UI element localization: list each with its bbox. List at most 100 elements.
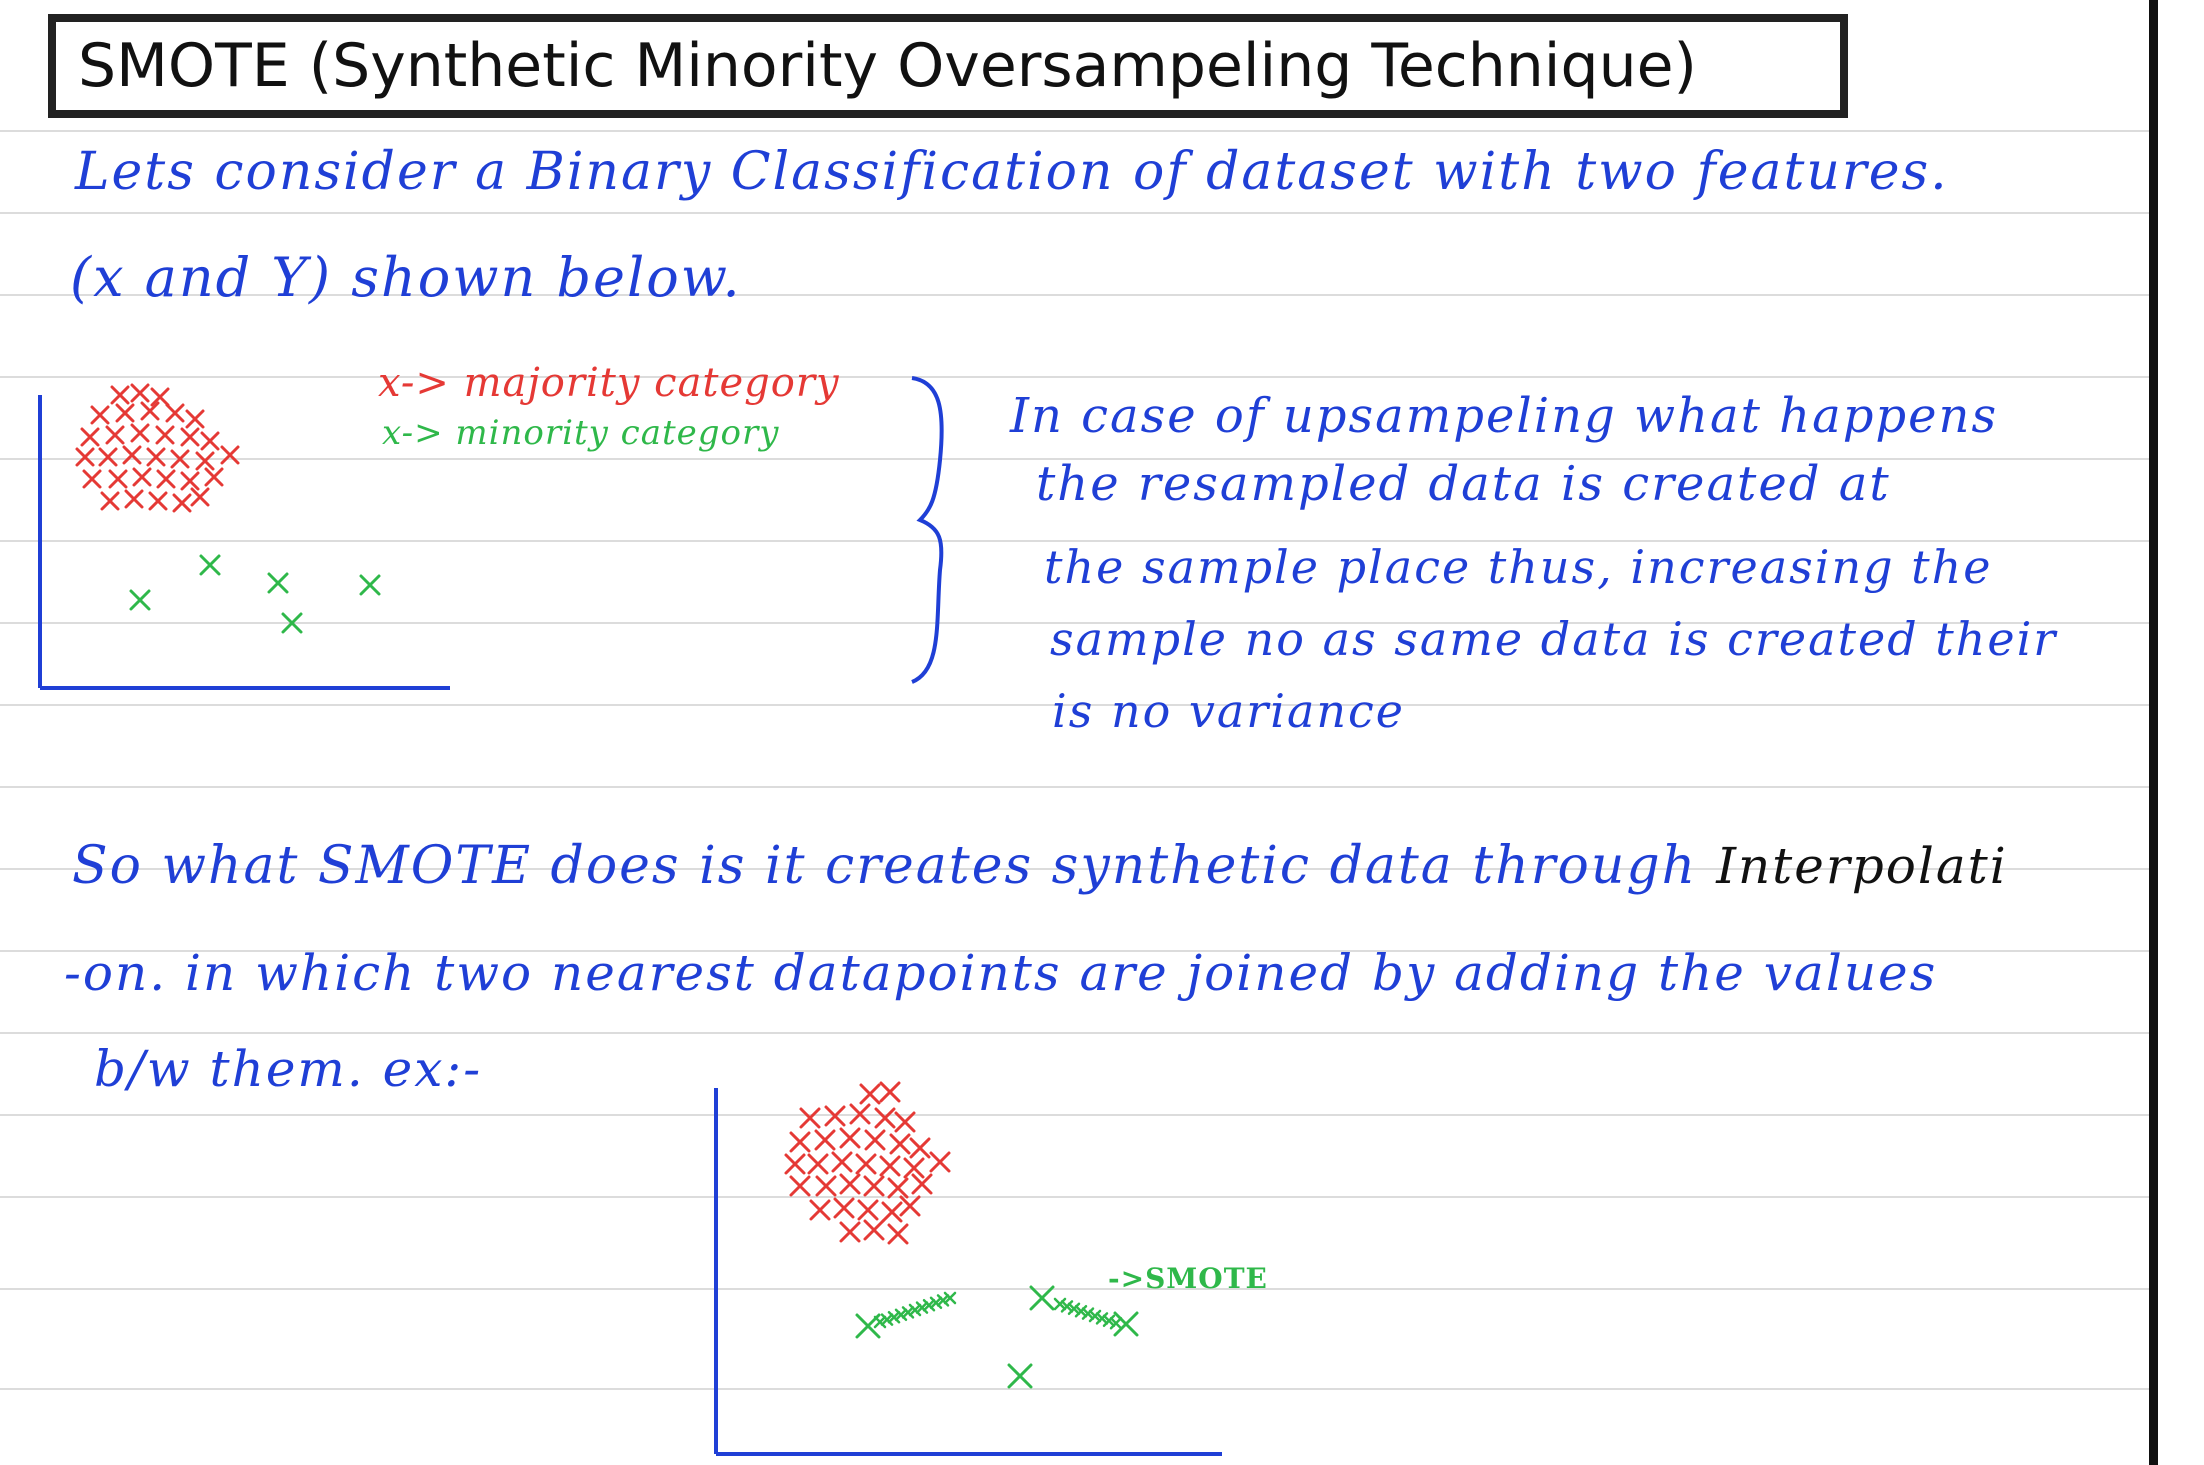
majority-x-mark: [204, 467, 224, 487]
notebook-page: SMOTE (Synthetic Minority Oversampeling …: [0, 0, 2204, 1465]
upsampling-note-line-1: In case of upsampeling what happens: [1010, 388, 1999, 444]
majority-x-mark: [879, 1155, 901, 1177]
majority-points: [75, 383, 240, 513]
page-title: SMOTE (Synthetic Minority Oversampeling …: [48, 14, 1848, 118]
majority-x-mark: [833, 1197, 855, 1219]
majority-x-mark: [90, 405, 110, 425]
majority-x-mark: [899, 1195, 921, 1217]
majority-x-mark: [859, 1083, 881, 1105]
smote-synthetic-points: [873, 1291, 1123, 1330]
majority-x-mark: [130, 423, 150, 443]
ruled-line: [0, 212, 2150, 214]
majority-x-mark: [863, 1175, 885, 1197]
majority-x-mark: [887, 1223, 909, 1245]
majority-x-mark: [108, 469, 128, 489]
majority-x-mark: [809, 1199, 831, 1221]
majority-x-mark: [799, 1107, 821, 1129]
majority-x-mark: [220, 445, 240, 465]
majority-x-mark: [874, 1107, 896, 1129]
legend-majority: x-> majority category: [378, 360, 840, 406]
majority-x-mark: [150, 387, 170, 407]
majority-x-mark: [146, 447, 166, 467]
majority-x-mark: [155, 425, 175, 445]
majority-x-mark: [180, 427, 200, 447]
smote-note-line-1-end: Interpolati: [1716, 837, 2008, 895]
majority-x-mark: [132, 467, 152, 487]
majority-x-mark: [165, 403, 185, 423]
majority-x-mark: [789, 1175, 811, 1197]
majority-x-mark: [887, 1177, 909, 1199]
minority-x-mark: [199, 554, 221, 576]
minority-points: [855, 1285, 1139, 1389]
majority-x-mark: [814, 1129, 836, 1151]
majority-x-mark: [894, 1111, 916, 1133]
smote-note-line-1: So what SMOTE does is it creates synthet…: [72, 836, 2008, 896]
minority-x-mark: [1007, 1363, 1033, 1389]
majority-x-mark: [80, 427, 100, 447]
minority-x-mark: [1029, 1285, 1055, 1311]
minority-x-mark: [359, 574, 381, 596]
minority-points: [129, 554, 381, 634]
majority-x-mark: [140, 401, 160, 421]
majority-x-mark: [839, 1221, 861, 1243]
majority-x-mark: [864, 1129, 886, 1151]
majority-x-mark: [105, 425, 125, 445]
majority-x-mark: [807, 1153, 829, 1175]
intro-line-2: (x and Y) shown below.: [70, 246, 742, 309]
majority-x-mark: [879, 1081, 901, 1103]
majority-x-mark: [784, 1153, 806, 1175]
majority-x-mark: [190, 487, 210, 507]
ruled-line: [0, 786, 2150, 788]
majority-x-mark: [156, 469, 176, 489]
smote-note-line-1-main: So what SMOTE does is it creates synthet…: [72, 836, 1698, 896]
ruled-line: [0, 130, 2150, 132]
majority-x-mark: [172, 493, 192, 513]
majority-x-mark: [839, 1127, 861, 1149]
majority-x-mark: [909, 1137, 931, 1159]
majority-x-mark: [122, 445, 142, 465]
majority-x-mark: [100, 491, 120, 511]
upsampling-note-line-3: the sample place thus, increasing the: [1044, 540, 1993, 594]
page-margin-bar: [2149, 0, 2158, 1465]
majority-x-mark: [824, 1105, 846, 1127]
majority-x-mark: [75, 447, 95, 467]
ruled-line: [0, 1032, 2150, 1034]
curly-brace: [911, 376, 944, 684]
majority-x-mark: [130, 383, 150, 403]
legend-minority: x-> minority category: [382, 413, 780, 453]
minority-x-mark: [281, 612, 303, 634]
majority-x-mark: [200, 431, 220, 451]
majority-x-mark: [180, 471, 200, 491]
majority-x-mark: [98, 447, 118, 467]
majority-x-mark: [849, 1103, 871, 1125]
upsampling-note-line-4: sample no as same data is created their: [1050, 612, 2058, 666]
majority-x-mark: [881, 1201, 903, 1223]
majority-x-mark: [195, 451, 215, 471]
majority-x-mark: [855, 1153, 877, 1175]
majority-x-mark: [929, 1151, 951, 1173]
majority-x-mark: [831, 1151, 853, 1173]
upsampling-note-line-5: is no variance: [1052, 684, 1406, 738]
majority-x-mark: [839, 1173, 861, 1195]
minority-x-mark: [129, 589, 151, 611]
majority-x-mark: [115, 403, 135, 423]
upsampling-note-line-2: the resampled data is created at: [1036, 456, 1891, 512]
smote-label: ->SMOTE: [1108, 1262, 1268, 1295]
ruled-line: [0, 376, 2150, 378]
page-title-text: SMOTE (Synthetic Minority Oversampeling …: [78, 31, 1697, 101]
majority-points: [784, 1081, 951, 1245]
majority-x-mark: [170, 449, 190, 469]
smote-note-line-3: b/w them. ex:-: [94, 1040, 483, 1098]
majority-x-mark: [124, 489, 144, 509]
majority-x-mark: [863, 1219, 885, 1241]
majority-x-mark: [857, 1199, 879, 1221]
majority-x-mark: [789, 1131, 811, 1153]
minority-x-mark: [267, 572, 289, 594]
majority-x-mark: [889, 1133, 911, 1155]
majority-x-mark: [82, 469, 102, 489]
majority-x-mark: [110, 385, 130, 405]
majority-x-mark: [185, 409, 205, 429]
majority-x-mark: [148, 491, 168, 511]
majority-x-mark: [815, 1175, 837, 1197]
intro-line-1: Lets consider a Binary Classification of…: [75, 142, 1949, 202]
